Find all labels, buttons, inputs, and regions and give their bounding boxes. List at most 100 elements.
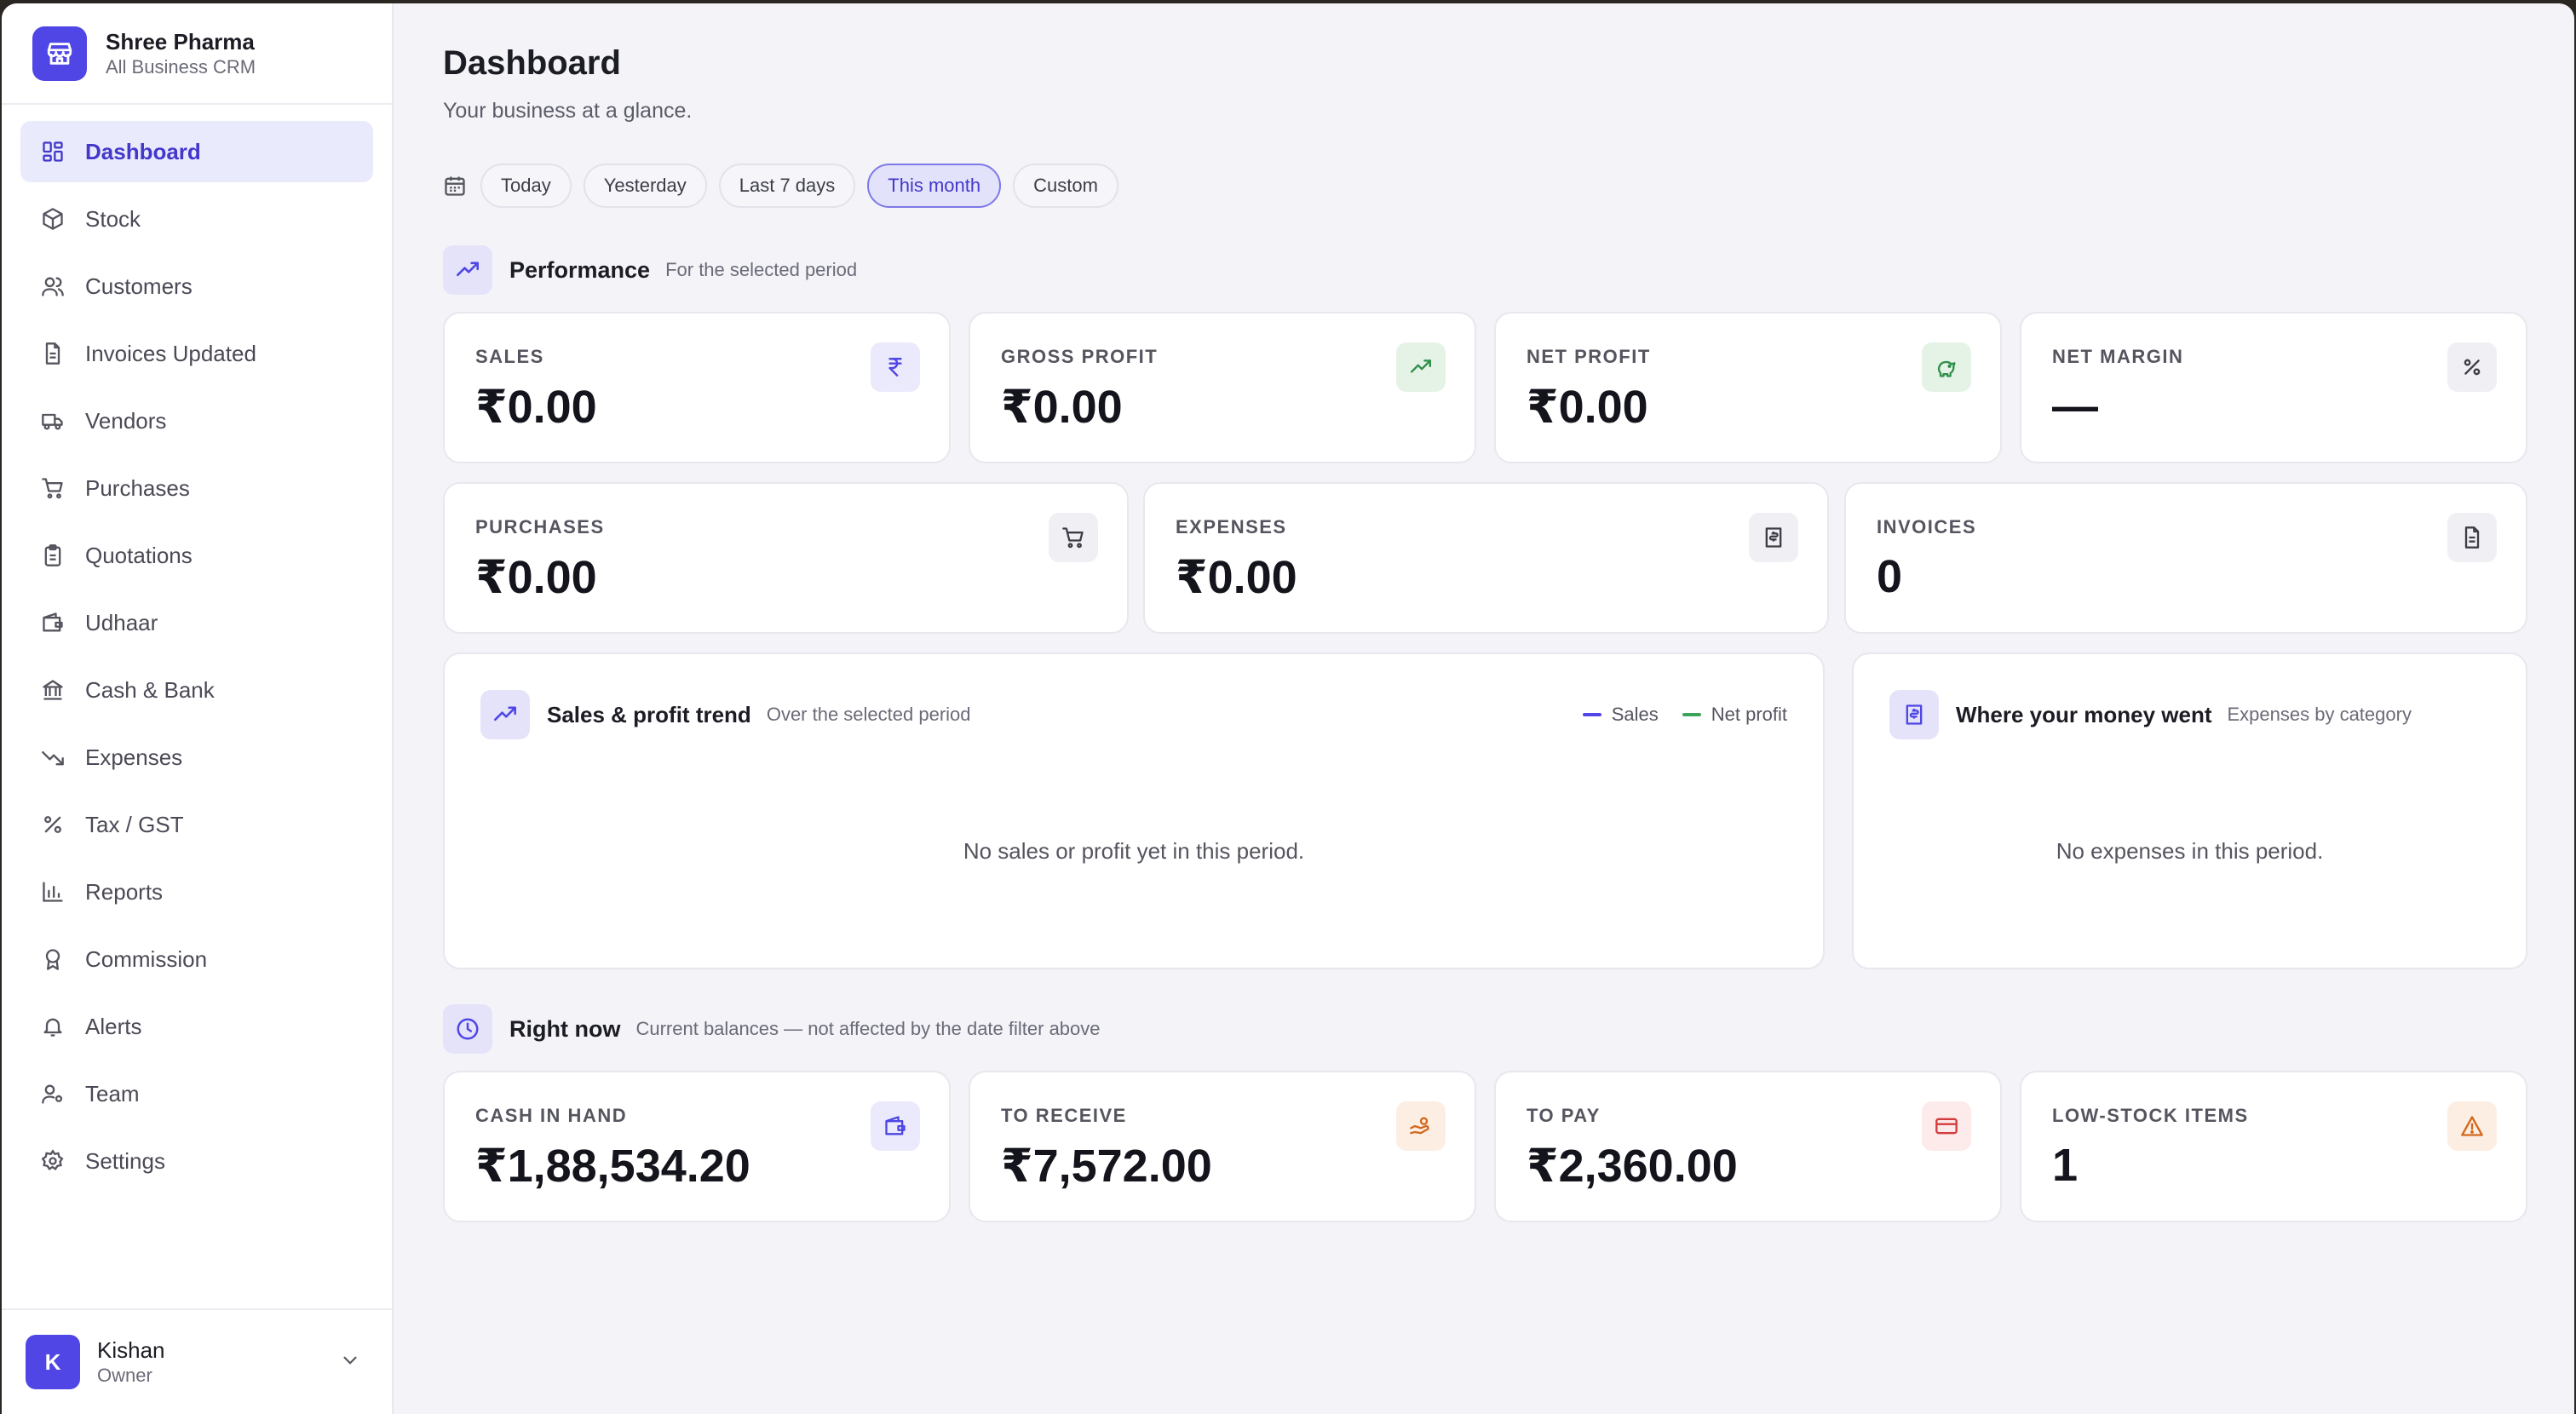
- clipboard-icon: [39, 542, 66, 569]
- sidebar-item-label: Tax / GST: [85, 811, 184, 837]
- stat-card-to-pay[interactable]: TO PAY ₹2,360.00: [1494, 1071, 2002, 1222]
- stat-value: ₹2,360.00: [1527, 1141, 1738, 1192]
- percent-icon: [39, 811, 66, 838]
- stat-card-sales[interactable]: SALES ₹0.00: [443, 312, 951, 463]
- filter-this-month[interactable]: This month: [867, 164, 1002, 208]
- sidebar-item-invoices[interactable]: Invoices Updated: [20, 323, 373, 384]
- stat-value: ₹1,88,534.20: [475, 1141, 750, 1192]
- dashboard-icon: [39, 138, 66, 165]
- sidebar-nav: Dashboard Stock Customers Invoices Updat…: [2, 105, 392, 1198]
- filter-last-7-days[interactable]: Last 7 days: [718, 164, 856, 208]
- stat-label: TO PAY: [1527, 1105, 1601, 1126]
- sidebar-item-stock[interactable]: Stock: [20, 188, 373, 250]
- brand-name: Shree Pharma: [106, 28, 255, 55]
- stat-label: GROSS PROFIT: [1001, 346, 1159, 367]
- box-icon: [39, 205, 66, 233]
- sidebar-item-settings[interactable]: Settings: [20, 1130, 373, 1192]
- store-icon: [32, 26, 87, 81]
- sidebar-item-label: Quotations: [85, 542, 193, 568]
- trending-down-icon: [39, 744, 66, 771]
- stat-label: NET PROFIT: [1527, 346, 1651, 367]
- expenses-by-category-panel: Where your money went Expenses by catego…: [1852, 652, 2527, 969]
- filter-custom[interactable]: Custom: [1013, 164, 1118, 208]
- receipt-icon: [1749, 513, 1798, 562]
- sidebar-item-customers[interactable]: Customers: [20, 256, 373, 317]
- sidebar-item-label: Cash & Bank: [85, 676, 215, 703]
- section-title: Right now: [509, 1015, 621, 1042]
- file-icon: [39, 340, 66, 367]
- sidebar-item-quotations[interactable]: Quotations: [20, 525, 373, 586]
- calendar-icon: [443, 173, 469, 198]
- legend-item-sales[interactable]: Sales: [1582, 704, 1659, 726]
- cart-icon: [39, 474, 66, 502]
- bar-chart-icon: [39, 878, 66, 905]
- stat-card-net-margin[interactable]: NET MARGIN —: [2020, 312, 2527, 463]
- right-now-header: Right now Current balances — not affecte…: [443, 1004, 1101, 1054]
- warning-icon: [2447, 1101, 2497, 1151]
- stat-value: 0: [1877, 551, 1903, 602]
- sidebar-item-label: Invoices Updated: [85, 340, 256, 366]
- credit-card-icon: [1922, 1101, 1971, 1151]
- sidebar-item-udhaar[interactable]: Udhaar: [20, 592, 373, 653]
- filter-today[interactable]: Today: [480, 164, 572, 208]
- legend-swatch: [1582, 713, 1601, 716]
- stat-card-purchases[interactable]: PURCHASES ₹0.00: [443, 482, 1129, 634]
- performance-header: Performance For the selected period: [443, 245, 857, 295]
- legend-item-net-profit[interactable]: Net profit: [1682, 704, 1787, 726]
- panel-subtitle: Over the selected period: [766, 704, 971, 725]
- trending-up-icon: [480, 690, 530, 739]
- sidebar-item-tax-gst[interactable]: Tax / GST: [20, 794, 373, 855]
- sidebar-item-label: Vendors: [85, 407, 167, 434]
- receipt-icon: [1889, 690, 1939, 739]
- stat-card-low-stock[interactable]: LOW-STOCK ITEMS 1: [2020, 1071, 2527, 1222]
- users-icon: [39, 273, 66, 300]
- sidebar-item-expenses[interactable]: Expenses: [20, 727, 373, 788]
- sidebar-item-commission[interactable]: Commission: [20, 928, 373, 990]
- sidebar-item-dashboard[interactable]: Dashboard: [20, 121, 373, 182]
- stat-value: —: [2052, 381, 2098, 432]
- stat-value: ₹7,572.00: [1001, 1141, 1212, 1192]
- stat-card-cash-in-hand[interactable]: CASH IN HAND ₹1,88,534.20: [443, 1071, 951, 1222]
- stat-label: PURCHASES: [475, 516, 605, 537]
- sidebar-item-reports[interactable]: Reports: [20, 861, 373, 923]
- empty-state: No expenses in this period.: [2056, 838, 2324, 864]
- brand-header[interactable]: Shree Pharma All Business CRM: [2, 3, 392, 105]
- empty-state: No sales or profit yet in this period.: [963, 838, 1305, 864]
- sidebar-item-label: Udhaar: [85, 609, 158, 635]
- gear-icon: [39, 1147, 66, 1175]
- sidebar-item-label: Customers: [85, 273, 193, 299]
- stat-value: ₹0.00: [1527, 382, 1648, 433]
- panel-header: Where your money went Expenses by catego…: [1889, 690, 2412, 739]
- section-subtitle: Current balances — not affected by the d…: [635, 1018, 1101, 1039]
- clock-icon: [443, 1004, 492, 1054]
- trending-up-icon: [1396, 342, 1446, 392]
- sidebar-item-purchases[interactable]: Purchases: [20, 457, 373, 519]
- sidebar-item-label: Dashboard: [85, 138, 201, 164]
- stat-value: ₹0.00: [1176, 552, 1297, 603]
- trending-up-icon: [443, 245, 492, 295]
- panel-title: Where your money went: [1956, 701, 2212, 727]
- stat-card-expenses[interactable]: EXPENSES ₹0.00: [1143, 482, 1829, 634]
- sidebar-item-label: Stock: [85, 205, 141, 232]
- stat-card-gross-profit[interactable]: GROSS PROFIT ₹0.00: [969, 312, 1476, 463]
- sidebar-item-label: Settings: [85, 1147, 165, 1174]
- sidebar-item-vendors[interactable]: Vendors: [20, 390, 373, 451]
- user-menu[interactable]: K Kishan Owner: [2, 1308, 392, 1414]
- stat-card-to-receive[interactable]: TO RECEIVE ₹7,572.00: [969, 1071, 1476, 1222]
- sidebar-item-alerts[interactable]: Alerts: [20, 996, 373, 1057]
- stat-label: EXPENSES: [1176, 516, 1287, 537]
- chevron-down-icon[interactable]: [339, 1349, 361, 1376]
- cart-icon: [1049, 513, 1098, 562]
- stat-card-invoices[interactable]: INVOICES 0: [1844, 482, 2527, 634]
- stat-card-net-profit[interactable]: NET PROFIT ₹0.00: [1494, 312, 2002, 463]
- file-icon: [2447, 513, 2497, 562]
- main-content: Dashboard Your business at a glance. Tod…: [394, 3, 2574, 1414]
- sales-profit-trend-panel: Sales & profit trend Over the selected p…: [443, 652, 1825, 969]
- sidebar-item-cash-bank[interactable]: Cash & Bank: [20, 659, 373, 721]
- stat-value: ₹0.00: [475, 552, 597, 603]
- sidebar-item-label: Expenses: [85, 744, 183, 770]
- filter-yesterday[interactable]: Yesterday: [583, 164, 707, 208]
- sidebar-item-team[interactable]: Team: [20, 1063, 373, 1124]
- stat-label: INVOICES: [1877, 516, 1977, 537]
- sidebar-item-label: Team: [85, 1080, 140, 1106]
